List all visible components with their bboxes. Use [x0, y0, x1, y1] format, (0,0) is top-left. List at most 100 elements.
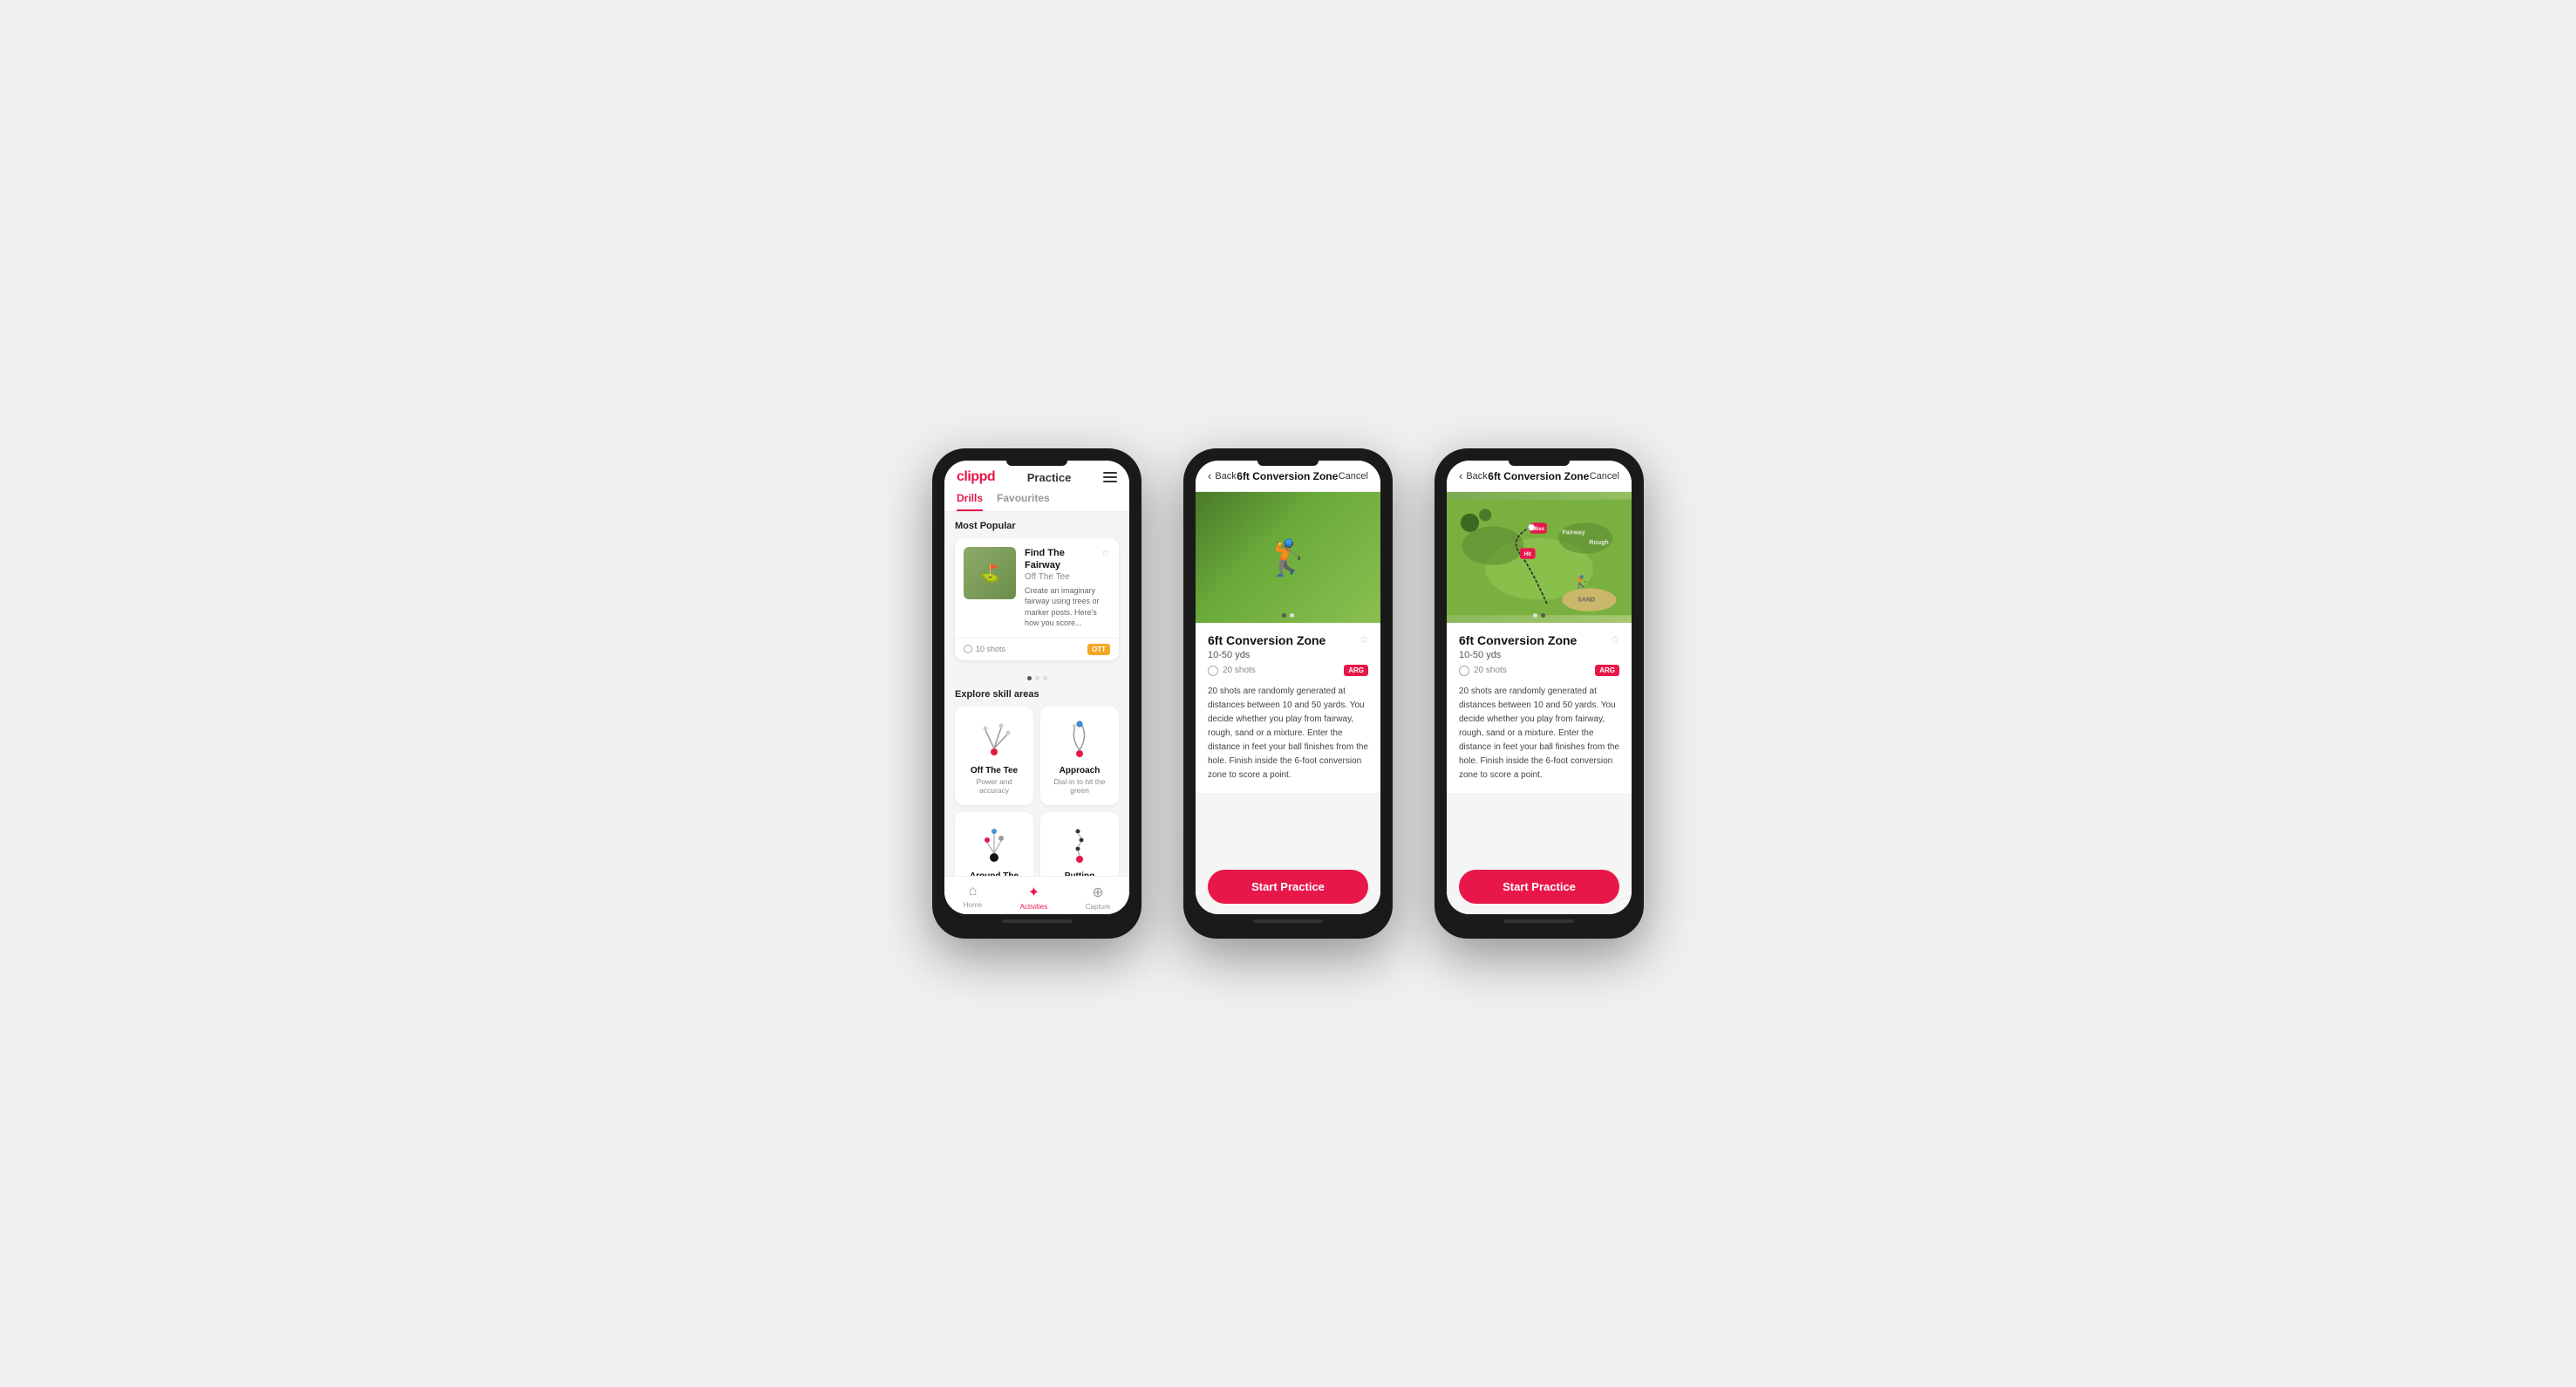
carousel-dots: [955, 671, 1119, 686]
cancel-button-2[interactable]: Cancel: [1339, 471, 1368, 482]
phone-1-screen: clippd Practice Drills Favourites Most P…: [944, 461, 1129, 914]
nav-capture[interactable]: ⊕ Capture: [1086, 884, 1110, 911]
skill-grid: Off The Tee Power and accuracy: [955, 707, 1119, 876]
home-bar: [1002, 919, 1072, 923]
nav-activities[interactable]: ✦ Activities: [1020, 884, 1048, 911]
chevron-left-icon-3: ‹: [1459, 469, 1462, 482]
dot-3[interactable]: [1043, 676, 1047, 680]
back-button-2[interactable]: ‹ Back: [1208, 469, 1237, 482]
scene: clippd Practice Drills Favourites Most P…: [880, 396, 1696, 991]
ott-desc: Power and accuracy: [964, 777, 1025, 795]
drill-desc-3: 20 shots are randomly generated at dista…: [1459, 685, 1619, 782]
cancel-button-3[interactable]: Cancel: [1590, 471, 1619, 482]
atg-diagram: [968, 823, 1020, 866]
clock-icon: [964, 645, 972, 653]
golfer-thumbnail: ⛳: [964, 547, 1016, 599]
drill-info-2: 6ft Conversion Zone ☆ 10-50 yds 20 shots…: [1196, 623, 1380, 793]
favourite-star[interactable]: ☆: [1101, 547, 1110, 559]
nav-capture-label: Capture: [1086, 903, 1110, 911]
most-popular-label: Most Popular: [955, 521, 1119, 531]
tab-favourites[interactable]: Favourites: [997, 492, 1050, 511]
drill-shots-count-2: 20 shots: [1223, 666, 1256, 675]
start-btn-container-2: Start Practice: [1196, 859, 1380, 914]
featured-card[interactable]: ⛳ Find The Fairway Off The Tee ☆ Create …: [955, 538, 1119, 660]
start-practice-button-3[interactable]: Start Practice: [1459, 870, 1619, 904]
shots-count: 10 shots: [976, 645, 1005, 653]
top-bar: clippd Practice: [957, 469, 1117, 485]
featured-card-inner: ⛳ Find The Fairway Off The Tee ☆ Create …: [955, 538, 1119, 638]
tabs-row: Drills Favourites: [957, 492, 1117, 511]
clippd-logo: clippd: [957, 469, 995, 485]
drill-favourite-star-2[interactable]: ☆: [1359, 633, 1368, 646]
phone1-header: clippd Practice Drills Favourites: [944, 461, 1129, 512]
home-icon: ⌂: [969, 884, 978, 899]
back-button-3[interactable]: ‹ Back: [1459, 469, 1488, 482]
nav-activities-label: Activities: [1020, 903, 1048, 911]
skill-off-the-tee[interactable]: Off The Tee Power and accuracy: [955, 707, 1033, 805]
clock-icon-2: [1208, 666, 1218, 676]
bottom-nav: ⌂ Home ✦ Activities ⊕ Capture: [944, 876, 1129, 914]
start-practice-button-2[interactable]: Start Practice: [1208, 870, 1368, 904]
skill-putting[interactable]: Putting Make and lag practice: [1040, 812, 1119, 876]
image-dots-3: [1533, 613, 1545, 618]
ott-name: Off The Tee: [964, 766, 1025, 775]
golfer-image: 🏌️: [1266, 537, 1310, 578]
nav-home-label: Home: [964, 901, 982, 909]
svg-text:Hit: Hit: [1524, 551, 1531, 557]
dot-2[interactable]: [1035, 676, 1039, 680]
back-label-3: Back: [1466, 471, 1487, 482]
map-dot-1[interactable]: [1533, 613, 1537, 618]
badge-arg-3: ARG: [1595, 665, 1619, 676]
phone-2: ‹ Back 6ft Conversion Zone Cancel 🏌️: [1183, 448, 1393, 939]
img-dot-2[interactable]: [1290, 613, 1294, 618]
approach-icon: [1053, 717, 1106, 761]
drill-name-row-2: 6ft Conversion Zone ☆: [1208, 633, 1368, 647]
screen-title-2: 6ft Conversion Zone: [1237, 470, 1338, 482]
drill-shots-count-3: 20 shots: [1474, 666, 1507, 675]
badge-ott: OTT: [1087, 644, 1110, 655]
drill-name-3: 6ft Conversion Zone: [1459, 633, 1577, 647]
map-dot-2[interactable]: [1541, 613, 1545, 618]
nav-home[interactable]: ⌂ Home: [964, 884, 982, 911]
atg-icon: [968, 823, 1020, 866]
phone-3-screen: ‹ Back 6ft Conversion Zone Cancel: [1447, 461, 1632, 914]
phone-1: clippd Practice Drills Favourites Most P…: [932, 448, 1141, 939]
featured-thumb: ⛳: [964, 547, 1016, 599]
detail-content-3: Hit Miss Fairway Rough SAND 🏌️: [1447, 492, 1632, 859]
hamburger-line: [1103, 472, 1117, 474]
course-map-svg: Hit Miss Fairway Rough SAND 🏌️: [1447, 492, 1632, 623]
menu-icon[interactable]: [1103, 472, 1117, 482]
activities-icon: ✦: [1028, 884, 1039, 901]
skill-approach[interactable]: Approach Dial-in to hit the green: [1040, 707, 1119, 805]
map-image: Hit Miss Fairway Rough SAND 🏌️: [1447, 492, 1632, 623]
drill-favourite-star-3[interactable]: ☆: [1610, 633, 1619, 646]
phone-notch-2: [1257, 461, 1319, 466]
hamburger-line: [1103, 481, 1117, 482]
dot-1[interactable]: [1027, 676, 1032, 680]
home-bar-3: [1504, 919, 1574, 923]
svg-text:Fairway: Fairway: [1563, 530, 1585, 536]
approach-desc: Dial-in to hit the green: [1049, 777, 1110, 795]
skill-around-green[interactable]: Around The Green Hone your short game: [955, 812, 1033, 876]
badge-arg-2: ARG: [1344, 665, 1368, 676]
putting-diagram: [1053, 823, 1106, 866]
featured-title-group: Find The Fairway Off The Tee: [1025, 547, 1101, 585]
drill-shots-info-3: 20 shots: [1459, 666, 1507, 676]
tab-drills[interactable]: Drills: [957, 492, 983, 511]
phone1-content: Most Popular ⛳ Find The Fairway Off The …: [944, 512, 1129, 876]
drill-shots-row-3: 20 shots ARG: [1459, 665, 1619, 676]
svg-text:SAND: SAND: [1578, 597, 1595, 603]
detail-content-2: 🏌️ 6ft Conversion Zone ☆ 10-50 yds: [1196, 492, 1380, 859]
phone-2-screen: ‹ Back 6ft Conversion Zone Cancel 🏌️: [1196, 461, 1380, 914]
clock-icon-3: [1459, 666, 1469, 676]
approach-name: Approach: [1049, 766, 1110, 775]
img-dot-1[interactable]: [1282, 613, 1286, 618]
featured-title-row: Find The Fairway Off The Tee ☆: [1025, 547, 1110, 585]
featured-footer: 10 shots OTT: [955, 638, 1119, 660]
practice-title: Practice: [1027, 471, 1072, 484]
drill-distance-2: 10-50 yds: [1208, 650, 1368, 660]
drill-distance-3: 10-50 yds: [1459, 650, 1619, 660]
back-label-2: Back: [1215, 471, 1236, 482]
off-the-tee-icon: [968, 717, 1020, 761]
start-btn-container-3: Start Practice: [1447, 859, 1632, 914]
